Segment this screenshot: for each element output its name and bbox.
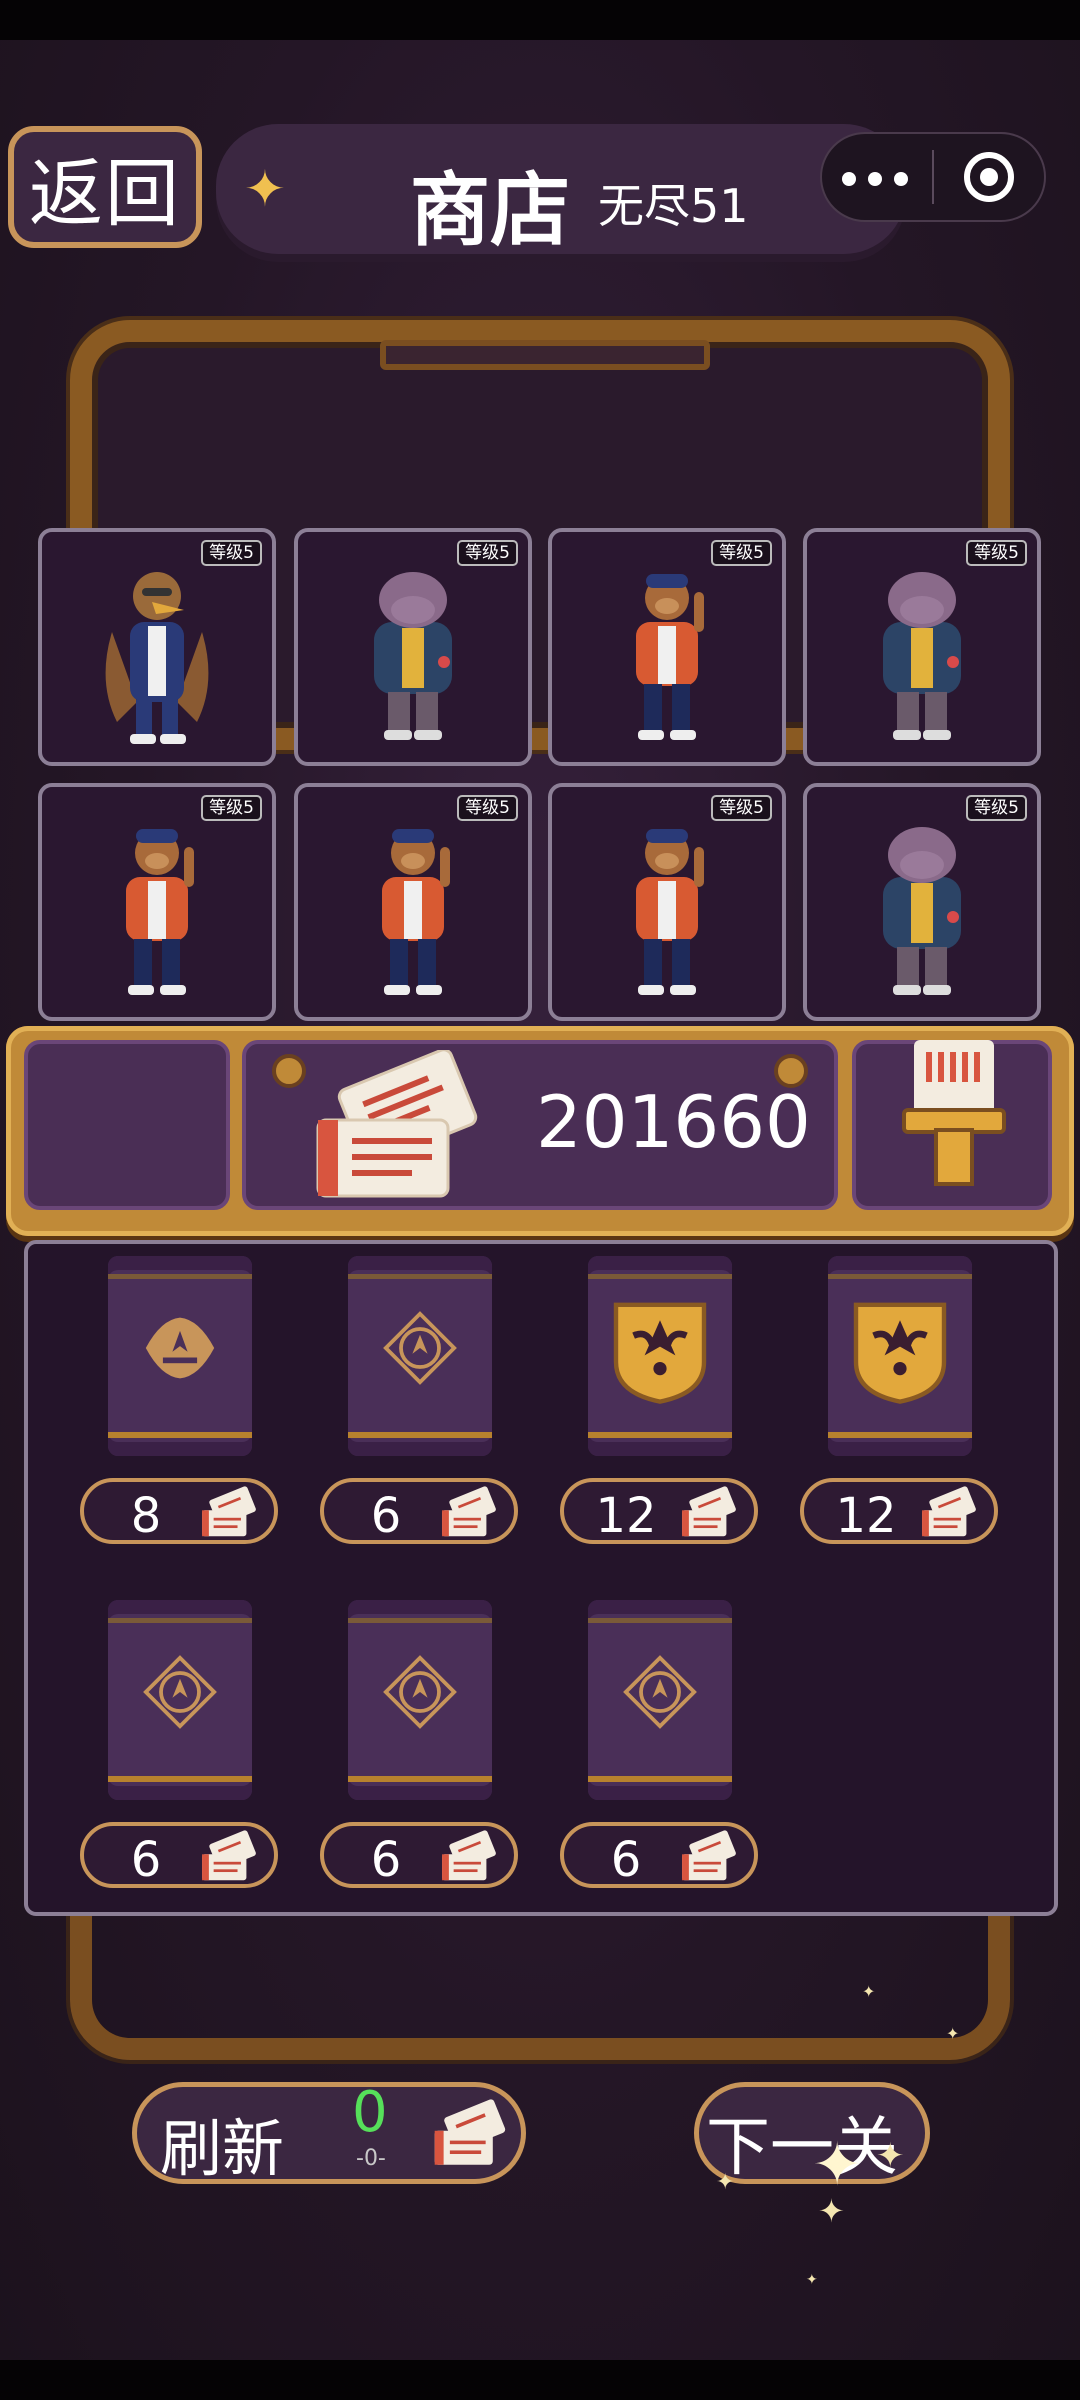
- buy-pack-button[interactable]: 6: [80, 1822, 278, 1888]
- card-pack[interactable]: [828, 1256, 972, 1456]
- character-card[interactable]: 等级5: [548, 528, 786, 766]
- compass-crest-icon: [142, 1654, 218, 1730]
- sparkle-icon: ✦: [818, 2192, 845, 2230]
- hippo-character-icon: [857, 807, 987, 1007]
- refresh-cost: 0: [352, 2080, 388, 2145]
- gold-crest-icon: [605, 1296, 715, 1406]
- ticket-bar-left-slot: [24, 1040, 230, 1210]
- sparkle-icon: ✦: [716, 2170, 735, 2195]
- level-badge: 等级5: [711, 540, 772, 566]
- monkey-character-icon: [602, 807, 732, 1007]
- character-card[interactable]: 等级5: [803, 528, 1041, 766]
- card-pack[interactable]: [588, 1256, 732, 1456]
- ticket-icon: [200, 1830, 258, 1886]
- ticket-count: 201660: [536, 1080, 811, 1164]
- gold-crest-icon: [845, 1296, 955, 1406]
- pack-price: 8: [130, 1488, 162, 1544]
- hippo-character-icon: [857, 552, 987, 752]
- sparkle-icon: ✦: [876, 2136, 905, 2176]
- card-pack[interactable]: [348, 1256, 492, 1456]
- ticket-machine-icon[interactable]: [900, 1036, 1010, 1186]
- character-card[interactable]: 等级5: [38, 783, 276, 1021]
- compass-crest-icon: [382, 1654, 458, 1730]
- ornate-crest-icon: [142, 1310, 218, 1386]
- sparkle-icon: ✦: [806, 2272, 818, 2288]
- monkey-character-icon: [602, 552, 732, 752]
- buy-pack-button[interactable]: 12: [800, 1478, 998, 1544]
- level-badge: 等级5: [966, 795, 1027, 821]
- pack-price: 6: [610, 1832, 642, 1888]
- character-card[interactable]: 等级5: [38, 528, 276, 766]
- sparkle-star-icon: ✦: [244, 160, 286, 218]
- nav-bar: [0, 2360, 1080, 2400]
- ticket-stack-icon: [316, 1050, 478, 1198]
- sparkle-icon: ✦: [946, 2024, 960, 2043]
- buy-pack-button[interactable]: 8: [80, 1478, 278, 1544]
- page-title: 商店: [410, 164, 570, 257]
- pack-price: 12: [595, 1488, 657, 1544]
- refresh-cost-underline: -0-: [356, 2146, 386, 2171]
- character-card[interactable]: 等级5: [803, 783, 1041, 1021]
- mode-label: 无尽51: [598, 179, 749, 233]
- next-level-label: 下一关: [706, 2111, 898, 2185]
- pack-price: 12: [835, 1488, 897, 1544]
- pack-price: 6: [370, 1832, 402, 1888]
- character-card[interactable]: 等级5: [294, 528, 532, 766]
- level-badge: 等级5: [966, 540, 1027, 566]
- sparkle-icon: ✦: [862, 1982, 876, 2001]
- frame-bar: [380, 340, 710, 370]
- level-badge: 等级5: [457, 540, 518, 566]
- ticket-icon: [434, 2099, 506, 2165]
- capsule-divider: [932, 150, 934, 204]
- level-badge: 等级5: [201, 795, 262, 821]
- ticket-icon: [680, 1830, 738, 1886]
- rivet-icon: [272, 1054, 306, 1088]
- level-badge: 等级5: [711, 795, 772, 821]
- pack-price: 6: [130, 1832, 162, 1888]
- refresh-label: 刷新: [160, 2112, 285, 2185]
- compass-crest-icon: [382, 1310, 458, 1386]
- level-badge: 等级5: [457, 795, 518, 821]
- pack-price: 6: [370, 1488, 402, 1544]
- hippo-character-icon: [348, 552, 478, 752]
- character-card[interactable]: 等级5: [294, 783, 532, 1021]
- buy-pack-button[interactable]: 12: [560, 1478, 758, 1544]
- level-badge: 等级5: [201, 540, 262, 566]
- ticket-icon: [440, 1486, 498, 1542]
- card-pack[interactable]: [588, 1600, 732, 1800]
- back-button[interactable]: 返回: [8, 126, 202, 248]
- character-card[interactable]: 等级5: [548, 783, 786, 1021]
- ticket-icon: [920, 1486, 978, 1542]
- buy-pack-button[interactable]: 6: [320, 1478, 518, 1544]
- ticket-icon: [680, 1486, 738, 1542]
- ticket-icon: [200, 1486, 258, 1542]
- close-mini-program-icon[interactable]: [964, 152, 1014, 202]
- buy-pack-button[interactable]: 6: [560, 1822, 758, 1888]
- sparkle-icon: ✦: [812, 2130, 863, 2200]
- eagle-character-icon: [92, 552, 222, 752]
- monkey-character-icon: [92, 807, 222, 1007]
- buy-pack-button[interactable]: 6: [320, 1822, 518, 1888]
- ticket-icon: [440, 1830, 498, 1886]
- compass-crest-icon: [622, 1654, 698, 1730]
- status-bar: [0, 0, 1080, 40]
- monkey-character-icon: [348, 807, 478, 1007]
- card-pack[interactable]: [348, 1600, 492, 1800]
- more-options-icon[interactable]: [842, 160, 908, 196]
- card-pack[interactable]: [108, 1256, 252, 1456]
- card-pack[interactable]: [108, 1600, 252, 1800]
